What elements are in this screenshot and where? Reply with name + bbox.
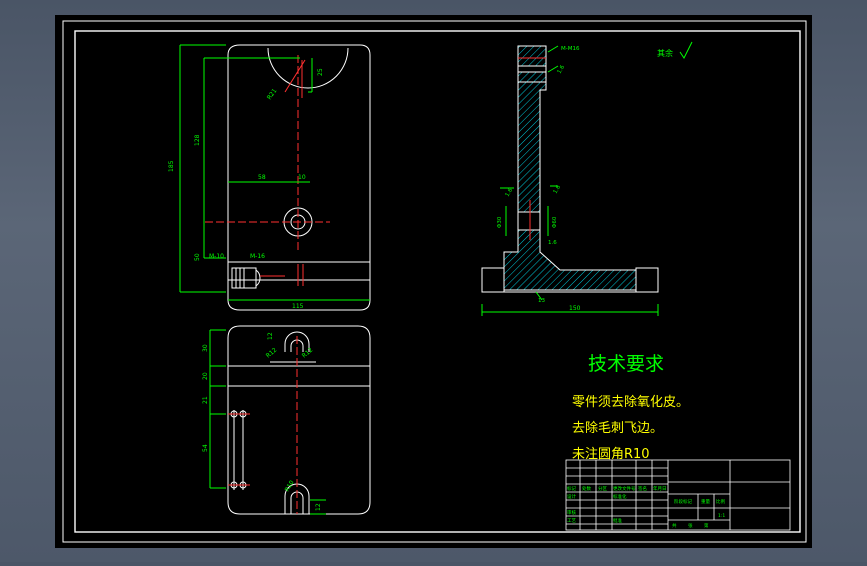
dim-slot: 13 [538, 298, 545, 304]
tb-label-weight: 重量 [701, 498, 710, 505]
tb-label-design: 设计 [567, 493, 576, 500]
tb-label-count: 处数 [582, 485, 591, 492]
tb-label-check: 审核 [567, 509, 576, 516]
tb-label-stage: 阶段标记 [674, 498, 692, 505]
tb-scale-value: 1:1 [718, 513, 725, 519]
tb-label-process: 工艺 [567, 518, 576, 524]
dim-hole-x: 58 [258, 174, 266, 181]
tech-requirement-2: 去除毛刺飞边。 [572, 421, 663, 436]
tech-requirement-1: 零件须去除氧化皮。 [572, 395, 689, 410]
roughness-label: 其余 [657, 48, 673, 58]
drawing-canvas[interactable]: 185 128 50 58 10 115 R21 25 M-10 M-16 M-… [0, 0, 867, 562]
dim-d2: 20 [202, 372, 209, 380]
dim-thread-right: M-16 [250, 253, 265, 260]
dim-chamfer-d: 1.6 [548, 240, 557, 246]
tech-requirements-title: 技术要求 [588, 353, 664, 375]
dim-w1: 12 [315, 503, 322, 511]
tb-label-date: 年月日 [653, 485, 667, 492]
tb-label-zone: 分区 [598, 485, 607, 492]
dim-hole-dia: Φ30 [497, 216, 503, 228]
tb-label-approve: 批准 [613, 517, 622, 524]
drawing-sheet [55, 15, 812, 548]
tb-label-sheet: 张 [688, 522, 693, 529]
dim-d4: 54 [202, 444, 209, 452]
dim-length: 150 [569, 305, 581, 312]
dim-width: 115 [292, 303, 304, 310]
dim-small: 25 [317, 68, 324, 76]
dim-top-offset: 10 [298, 174, 306, 181]
tb-label-scale: 比例 [716, 498, 725, 505]
dim-top-thread: M-M16 [561, 46, 580, 52]
dim-thread-left: M-10 [209, 253, 224, 260]
dim-total-height: 185 [168, 160, 175, 172]
tb-label-sign: 签名 [638, 485, 647, 492]
dim-d5: 12 [267, 332, 274, 340]
cad-viewport[interactable]: 185 128 50 58 10 115 R21 25 M-10 M-16 M-… [0, 0, 867, 562]
tb-label-total: 共 [672, 522, 677, 529]
dim-d1: 30 [202, 344, 209, 352]
tb-label-change-doc: 更改文件号 [613, 485, 636, 492]
dim-inner-height: 128 [194, 134, 201, 146]
dim-d3: 21 [202, 396, 209, 404]
dim-bottom-height: 50 [194, 253, 201, 261]
dim-hole-dia2: Φ60 [552, 216, 558, 228]
tb-label-standard: 标准化 [613, 493, 627, 500]
tb-label-no: 第 [704, 522, 709, 529]
tb-label-mark: 标记 [567, 485, 576, 492]
